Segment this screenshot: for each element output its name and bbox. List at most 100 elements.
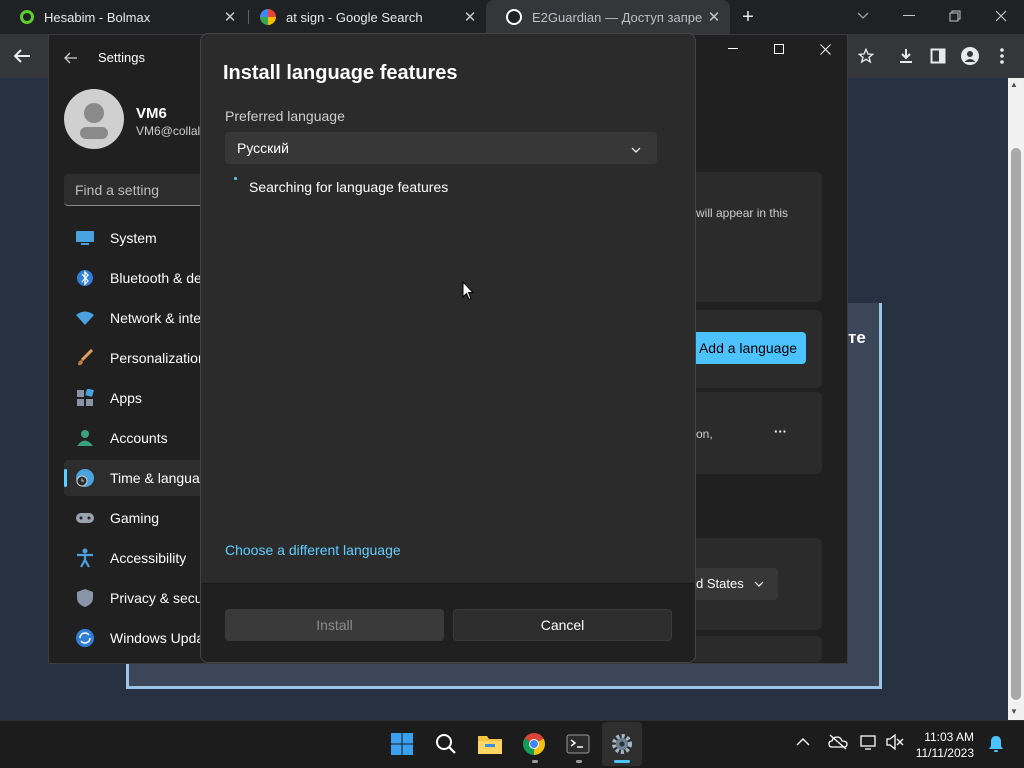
selected-language: Русский <box>237 140 289 156</box>
sidebar-item-label: Apps <box>110 390 142 406</box>
sidebar-item-bluetooth[interactable]: Bluetooth & de <box>64 260 204 296</box>
chevron-down-icon <box>631 142 641 160</box>
settings-back-icon[interactable] <box>64 48 80 68</box>
back-arrow-icon[interactable] <box>6 34 38 78</box>
dialog-title: Install language features <box>223 62 458 84</box>
google-favicon <box>260 9 276 25</box>
mouse-cursor-icon <box>462 280 475 306</box>
settings-maximize-icon[interactable] <box>764 34 794 64</box>
preferred-language-label: Preferred language <box>225 108 345 124</box>
region-value: d States <box>696 576 744 591</box>
avatar[interactable] <box>64 89 124 149</box>
personalization-icon <box>74 347 96 369</box>
sidebar-item-accessibility[interactable]: Accessibility <box>64 540 204 576</box>
selected-indicator <box>64 469 67 487</box>
sidebar-item-system[interactable]: System <box>64 220 204 256</box>
restore-icon[interactable] <box>932 0 978 32</box>
sidebar-item-label: Windows Upda <box>110 630 204 646</box>
choose-different-language-link[interactable]: Choose a different language <box>225 542 401 558</box>
time-language-icon <box>74 467 96 489</box>
sidebar-item-apps[interactable]: Apps <box>64 380 204 416</box>
sidebar-item-label: System <box>110 230 157 246</box>
download-icon[interactable] <box>890 34 922 78</box>
settings-close-icon[interactable] <box>810 34 840 64</box>
file-explorer-icon[interactable] <box>470 722 510 766</box>
bolmax-favicon <box>20 10 34 24</box>
taskbar-search-icon[interactable] <box>426 722 466 766</box>
scroll-down-icon[interactable]: ▼ <box>1010 707 1018 716</box>
web-page-partial-text: те <box>848 328 866 347</box>
settings-search-input[interactable]: Find a setting <box>64 174 204 206</box>
sidebar-item-label: Personalization <box>110 350 204 366</box>
settings-title: Settings <box>98 50 145 65</box>
profile-icon[interactable] <box>954 34 986 78</box>
sidebar-item-label: Time & langua <box>110 470 200 486</box>
volume-muted-icon[interactable] <box>886 733 904 755</box>
network-status-icon[interactable] <box>860 734 878 755</box>
sidebar-item-personalization[interactable]: Personalization <box>64 340 204 376</box>
sidebar-item-label: Bluetooth & de <box>110 270 202 286</box>
close-icon[interactable]: ✕ <box>702 8 726 26</box>
app-active-indicator <box>614 760 630 763</box>
minimize-icon[interactable] <box>886 0 932 32</box>
add-language-button[interactable]: Add a language <box>690 332 806 364</box>
more-options-icon[interactable]: ··· <box>774 424 787 439</box>
close-icon[interactable]: ✕ <box>218 8 242 26</box>
chevron-down-icon <box>754 576 764 594</box>
language-card-text: on, <box>696 427 713 441</box>
onedrive-icon[interactable] <box>828 734 848 755</box>
notification-bell-icon[interactable] <box>988 735 1004 758</box>
browser-tab-bolmax[interactable]: Hesabim - Bolmax ✕ <box>0 0 246 34</box>
show-hidden-icons-chevron-icon[interactable] <box>796 734 810 752</box>
sidebar-item-label: Accounts <box>110 430 168 446</box>
sidebar-item-privacy[interactable]: Privacy & secu <box>64 580 204 616</box>
sidebar-item-network[interactable]: Network & inte <box>64 300 204 336</box>
region-dropdown[interactable]: d States <box>690 568 778 600</box>
side-panel-icon[interactable] <box>922 34 954 78</box>
accessibility-icon <box>74 547 96 569</box>
install-language-dialog: Install language features Preferred lang… <box>200 33 696 663</box>
info-text: will appear in this <box>696 206 789 220</box>
clock[interactable]: 11:03 AM 11/11/2023 <box>908 729 974 761</box>
system-icon <box>74 227 96 249</box>
sidebar-item-label: Accessibility <box>110 550 187 566</box>
browser-tab-google[interactable]: at sign - Google Search ✕ <box>240 0 486 34</box>
github-favicon <box>506 9 522 25</box>
browser-menu-icon[interactable] <box>986 34 1018 78</box>
user-email: VM6@collal <box>136 124 200 138</box>
bookmark-star-icon[interactable] <box>850 34 882 78</box>
sidebar-item-label: Gaming <box>110 510 160 526</box>
close-icon[interactable]: ✕ <box>458 8 482 26</box>
install-button[interactable]: Install <box>225 609 444 641</box>
browser-tab-e2guardian[interactable]: E2Guardian — Доступ запреще ✕ <box>486 0 730 34</box>
scroll-up-icon[interactable]: ▲ <box>1010 80 1018 89</box>
time-text: 11:03 AM <box>924 730 974 744</box>
settings-minimize-icon[interactable] <box>718 34 748 64</box>
sidebar-item-accounts[interactable]: Accounts <box>64 420 204 456</box>
new-tab-button[interactable]: + <box>734 0 762 34</box>
tab-title: at sign - Google Search <box>286 9 423 25</box>
dialog-footer: Install Cancel <box>201 583 695 662</box>
search-placeholder: Find a setting <box>75 182 160 198</box>
close-window-icon[interactable] <box>978 0 1024 32</box>
bottom-card <box>690 636 822 662</box>
scrollbar-thumb[interactable] <box>1011 148 1021 700</box>
sidebar-item-label: Privacy & secu <box>110 590 203 606</box>
bluetooth-icon <box>74 267 96 289</box>
sidebar-item-gaming[interactable]: Gaming <box>64 500 204 536</box>
gaming-icon <box>74 507 96 529</box>
sidebar-item-time-language[interactable]: Time & langua <box>64 460 204 496</box>
tab-search-icon[interactable] <box>840 0 886 32</box>
user-name: VM6 <box>136 105 167 122</box>
date-text: 11/11/2023 <box>915 746 974 760</box>
windows-update-icon <box>74 627 96 649</box>
app-running-indicator <box>532 760 538 763</box>
start-windows-icon[interactable] <box>382 722 422 766</box>
language-dropdown[interactable]: Русский <box>225 132 657 164</box>
apps-icon <box>74 387 96 409</box>
tab-title: E2Guardian — Доступ запреще <box>532 9 702 25</box>
cancel-button[interactable]: Cancel <box>453 609 672 641</box>
loading-spinner-icon <box>234 177 237 180</box>
sidebar-item-windows-update[interactable]: Windows Upda <box>64 620 204 656</box>
status-text: Searching for language features <box>249 179 449 195</box>
